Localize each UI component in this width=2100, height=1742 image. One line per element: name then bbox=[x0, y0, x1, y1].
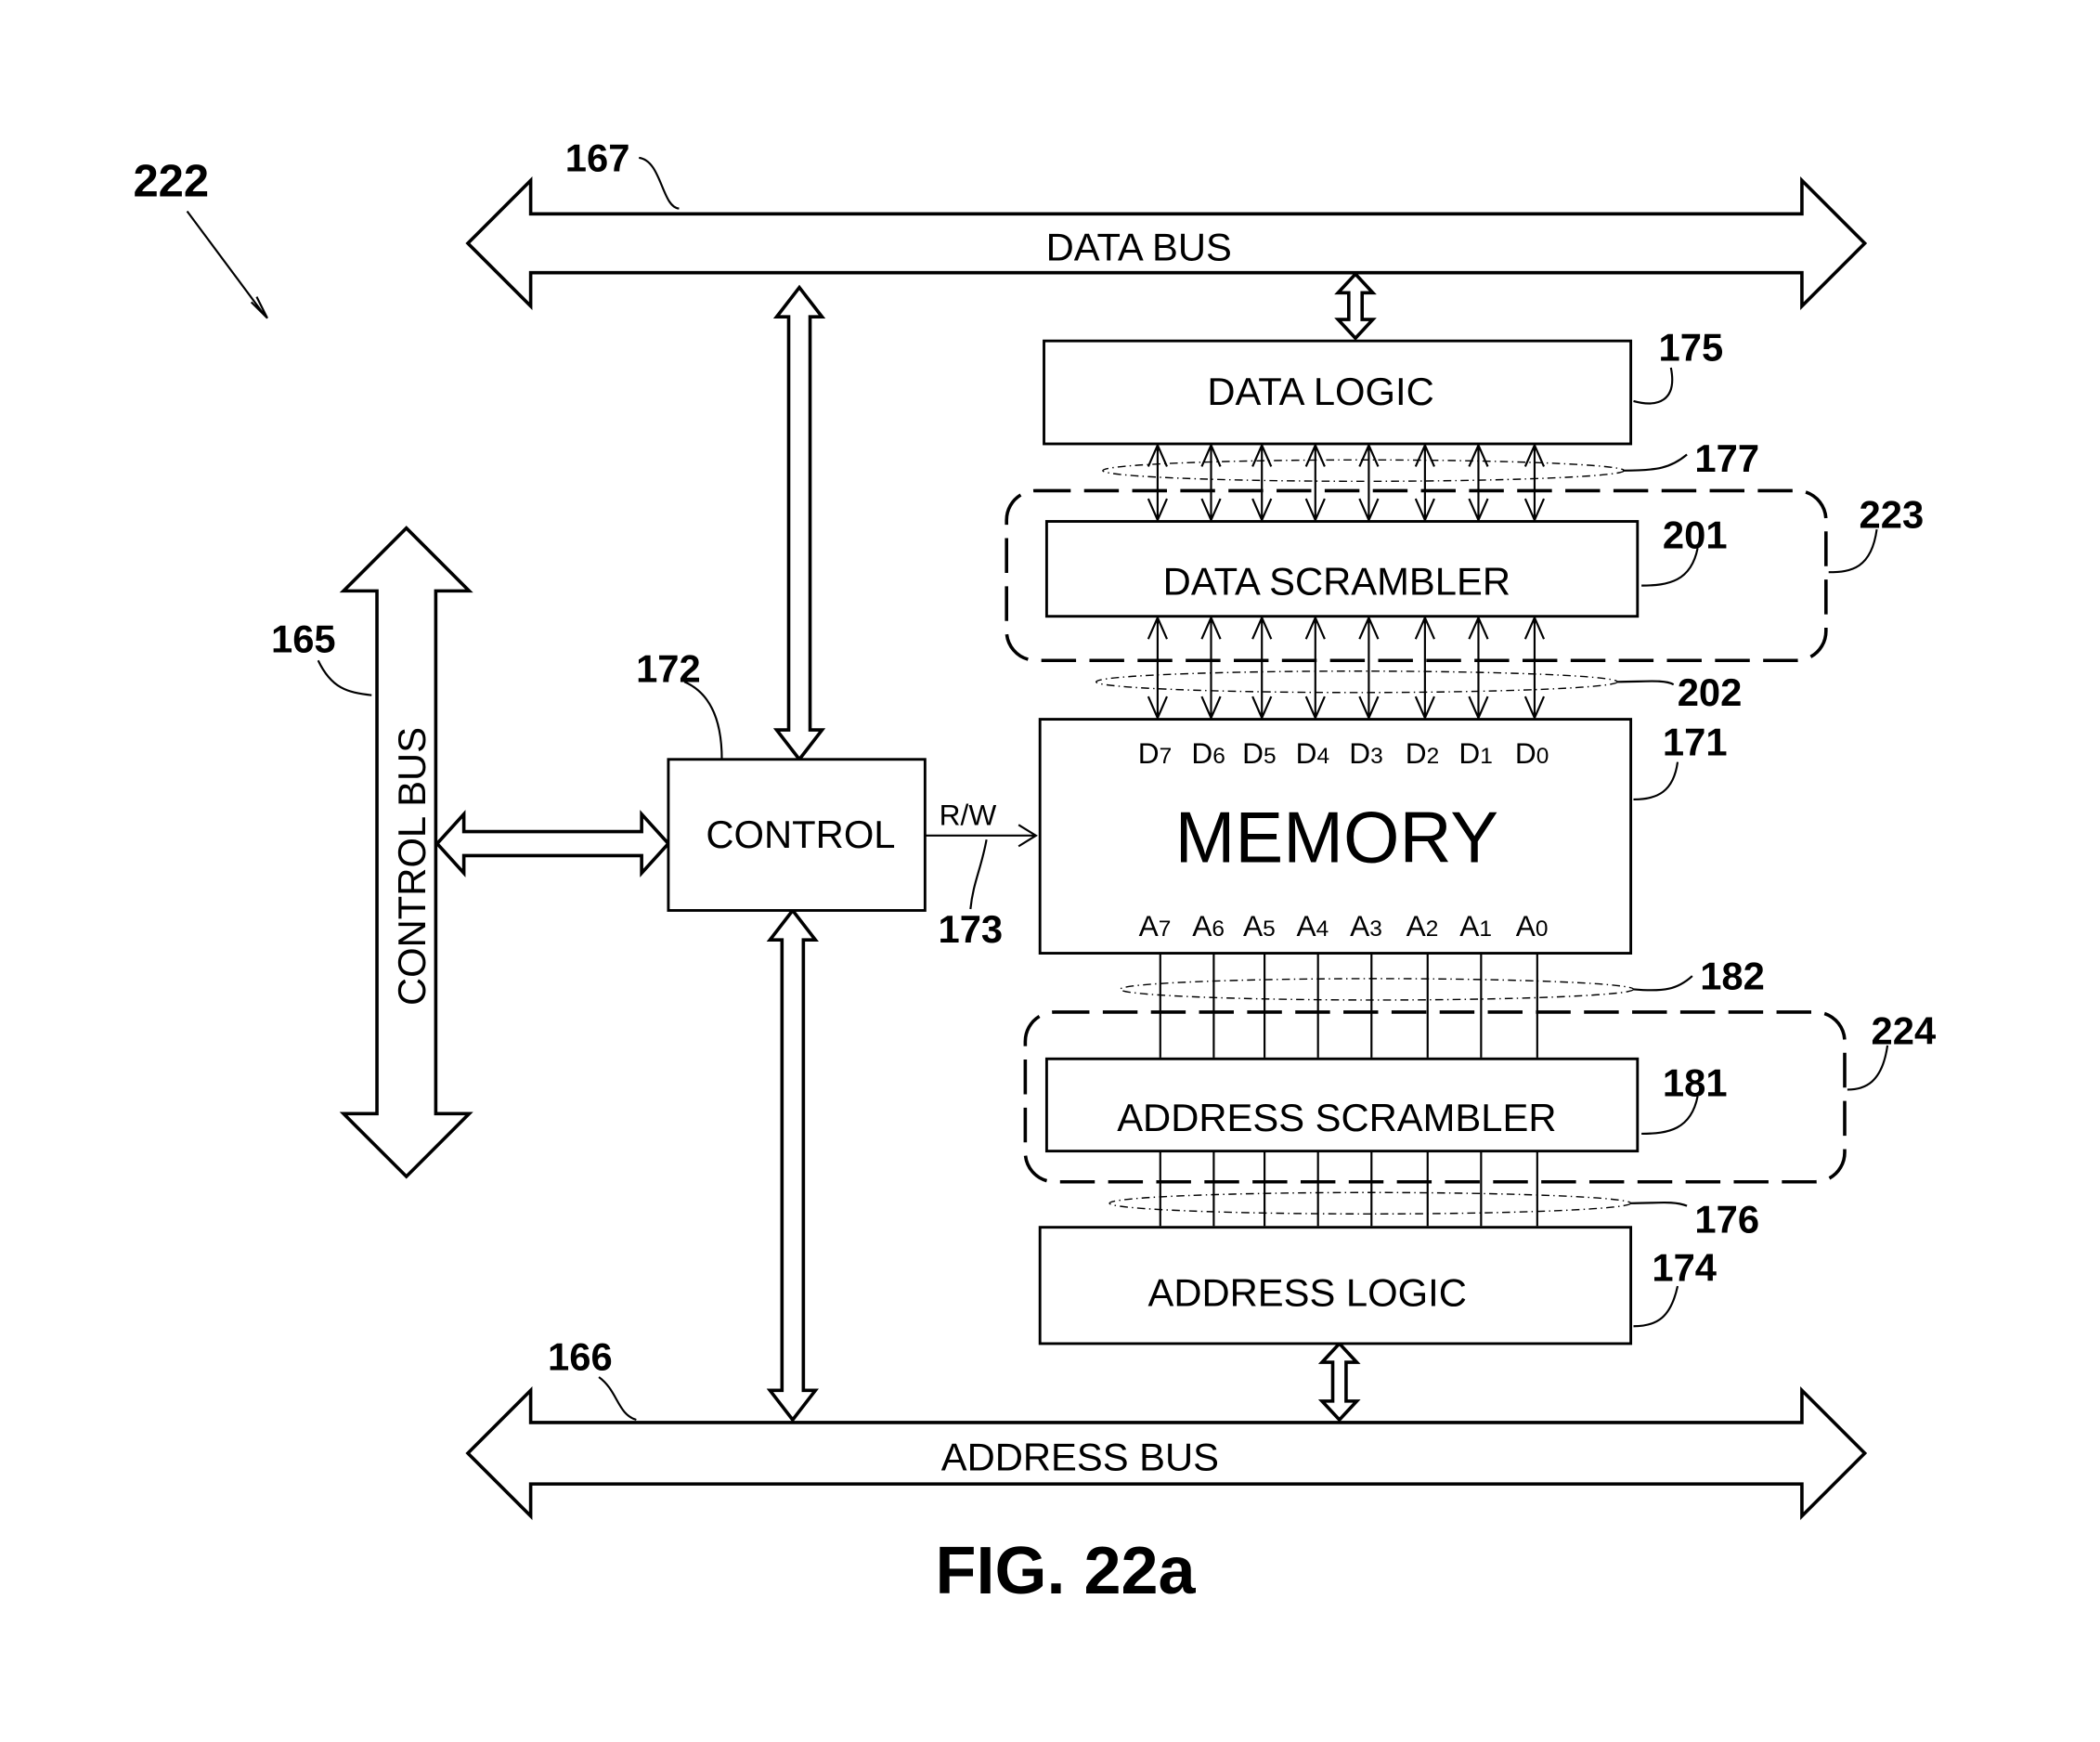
address-logic-label: ADDRESS LOGIC bbox=[1147, 1271, 1466, 1315]
ref-223: 223 bbox=[1860, 493, 1925, 537]
bundle-202-ellipse bbox=[1095, 670, 1618, 694]
ref-222: 222 bbox=[133, 157, 209, 207]
ref-174: 174 bbox=[1652, 1245, 1717, 1289]
data-logic-scrambler-line-0 bbox=[1147, 442, 1168, 523]
data-logic-scrambler-line-2 bbox=[1251, 442, 1273, 523]
leader-182 bbox=[1633, 975, 1693, 992]
bundle-182-ellipse bbox=[1119, 978, 1635, 1001]
ref-175: 175 bbox=[1659, 326, 1724, 370]
scrambler-memory-data-line-5 bbox=[1414, 615, 1435, 721]
data-bus-label: DATA BUS bbox=[1046, 226, 1232, 269]
bundle-177-ellipse bbox=[1102, 459, 1626, 483]
leader-177 bbox=[1622, 453, 1688, 472]
data-scrambler-label: DATA SCRAMBLER bbox=[1163, 560, 1510, 604]
data-logic-scrambler-line-7 bbox=[1523, 442, 1546, 523]
scrambler-memory-data-line-2 bbox=[1251, 615, 1273, 721]
ref-182: 182 bbox=[1700, 954, 1765, 997]
data-bus-data-logic-arrow bbox=[1334, 271, 1377, 341]
bundle-176-ellipse bbox=[1108, 1191, 1632, 1216]
control-bus-label: CONTROL BUS bbox=[390, 727, 434, 1006]
leader-202 bbox=[1617, 680, 1675, 686]
control-label: CONTROL bbox=[706, 812, 895, 856]
ref-173: 173 bbox=[938, 907, 1003, 951]
scrambler-memory-data-line-4 bbox=[1358, 615, 1380, 721]
ref-202: 202 bbox=[1678, 670, 1743, 714]
leader-165 bbox=[317, 659, 372, 696]
data-logic-scrambler-line-5 bbox=[1414, 442, 1435, 523]
scrambler-memory-data-line-7 bbox=[1523, 615, 1546, 721]
ref-165: 165 bbox=[271, 618, 336, 661]
leader-172 bbox=[683, 681, 723, 760]
ref-201: 201 bbox=[1663, 513, 1728, 556]
address-logic-bus-arrow bbox=[1317, 1341, 1361, 1423]
scrambler-memory-data-line-0 bbox=[1147, 615, 1168, 721]
data-logic-label: DATA LOGIC bbox=[1207, 370, 1433, 413]
data-bus-control-arrow bbox=[772, 284, 826, 762]
data-logic-scrambler-line-6 bbox=[1468, 442, 1489, 523]
leader-171 bbox=[1633, 761, 1679, 801]
data-logic-scrambler-line-3 bbox=[1304, 442, 1326, 523]
leader-173 bbox=[969, 838, 988, 910]
scrambler-memory-data-line-1 bbox=[1200, 615, 1222, 721]
scrambler-memory-data-line-3 bbox=[1304, 615, 1326, 721]
ref-172: 172 bbox=[636, 646, 701, 690]
memory-label: MEMORY bbox=[1175, 799, 1498, 878]
address-bus-label: ADDRESS BUS bbox=[941, 1436, 1219, 1479]
leader-176 bbox=[1630, 1201, 1688, 1207]
ref-181: 181 bbox=[1663, 1061, 1728, 1105]
scrambler-memory-data-line-6 bbox=[1468, 615, 1489, 721]
control-bus-control-arrow bbox=[434, 810, 671, 878]
ref-224: 224 bbox=[1872, 1008, 1937, 1052]
ref-171: 171 bbox=[1663, 720, 1728, 763]
leader-175 bbox=[1633, 367, 1674, 405]
data-logic-scrambler-line-4 bbox=[1358, 442, 1380, 523]
memory-scrambler-diagram: CONTROL DATA LOGIC DATA SCRAMBLER MEMORY… bbox=[133, 136, 1937, 1608]
leader-174 bbox=[1633, 1285, 1679, 1328]
ref-177: 177 bbox=[1694, 436, 1759, 480]
control-address-bus-arrow bbox=[766, 907, 819, 1423]
leader-222 bbox=[186, 210, 268, 319]
leader-167 bbox=[638, 156, 680, 210]
rw-label: R/W bbox=[940, 798, 997, 831]
leader-166 bbox=[598, 1376, 637, 1422]
data-logic-scrambler-line-1 bbox=[1200, 442, 1222, 523]
ref-176: 176 bbox=[1694, 1197, 1759, 1241]
ref-167: 167 bbox=[565, 136, 630, 179]
address-scrambler-label: ADDRESS SCRAMBLER bbox=[1117, 1096, 1556, 1139]
ref-166: 166 bbox=[548, 1335, 613, 1379]
arrows-layer bbox=[186, 156, 1889, 1521]
figure-caption: FIG. 22a bbox=[936, 1534, 1197, 1608]
